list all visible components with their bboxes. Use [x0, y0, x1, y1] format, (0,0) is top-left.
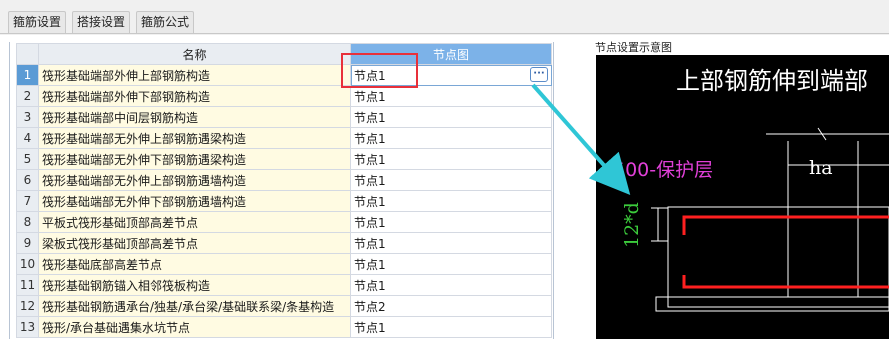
- name-cell: 梁板式筏形基础顶部高差节点: [38, 232, 351, 254]
- node-diagram-preview: 上部钢筋伸到端部 ha 500-保护层 12*d: [596, 55, 889, 339]
- table-row[interactable]: 1 筏形基础端部外伸上部钢筋构造 节点1 ···: [16, 64, 552, 86]
- base-slab: [655, 296, 889, 312]
- node-value: 节点2: [354, 299, 386, 314]
- tab-stirrup-formula[interactable]: 箍筋公式: [136, 11, 194, 33]
- node-cell[interactable]: 节点1: [350, 316, 552, 338]
- name-cell: 筏形基础钢筋遇承台/独基/承台梁/基础联系梁/条基构造: [38, 295, 351, 317]
- table-row[interactable]: 6 筏形基础端部无外伸上部钢筋遇墙构造 节点1: [16, 169, 552, 191]
- grid-right-border: [553, 42, 554, 339]
- label-ha: ha: [809, 157, 833, 179]
- table-body: 1 筏形基础端部外伸上部钢筋构造 节点1 ··· 2 筏形基础端部外伸下部钢筋构造 节点1 3…: [16, 64, 552, 338]
- name-cell: 筏形基础端部无外伸下部钢筋遇梁构造: [38, 148, 351, 170]
- node-cell[interactable]: 节点1: [350, 274, 552, 296]
- row-number[interactable]: 9: [16, 232, 39, 254]
- node-column-header[interactable]: 节点图: [350, 43, 552, 65]
- tab-lap-settings[interactable]: 搭接设置: [72, 11, 130, 33]
- node-value: 节点1: [354, 257, 386, 272]
- table-row[interactable]: 7 筏形基础端部无外伸下部钢筋遇墙构造 节点1: [16, 190, 552, 212]
- label-cover: 500-保护层: [613, 159, 713, 181]
- diagram-title: 上部钢筋伸到端部: [676, 67, 868, 95]
- node-value: 节点1: [354, 320, 386, 335]
- row-number-header: [16, 43, 39, 65]
- name-cell: 筏形基础端部外伸上部钢筋构造: [38, 64, 351, 86]
- row-number[interactable]: 3: [16, 106, 39, 128]
- node-value: 节点1: [354, 236, 386, 251]
- row-number[interactable]: 5: [16, 148, 39, 170]
- node-cell[interactable]: 节点1: [350, 211, 552, 233]
- row-number[interactable]: 1: [16, 64, 39, 86]
- node-cell[interactable]: 节点1: [350, 85, 552, 107]
- row-number[interactable]: 8: [16, 211, 39, 233]
- table-row[interactable]: 11 筏形基础钢筋锚入相邻筏板构造 节点1: [16, 274, 552, 296]
- row-number[interactable]: 7: [16, 190, 39, 212]
- name-cell: 筏形基础端部外伸下部钢筋构造: [38, 85, 351, 107]
- name-cell: 筏形基础端部中间层钢筋构造: [38, 106, 351, 128]
- row-number[interactable]: 4: [16, 127, 39, 149]
- tab-bar: 箍筋设置 搭接设置 箍筋公式: [0, 0, 889, 35]
- name-cell: 筏形基础钢筋锚入相邻筏板构造: [38, 274, 351, 296]
- name-cell: 筏形基础端部无外伸下部钢筋遇墙构造: [38, 190, 351, 212]
- ellipsis-button[interactable]: ···: [530, 67, 548, 82]
- node-cell[interactable]: 节点1: [350, 148, 552, 170]
- table-row[interactable]: 4 筏形基础端部无外伸上部钢筋遇梁构造 节点1: [16, 127, 552, 149]
- table-row[interactable]: 13 筏形/承台基础遇集水坑节点 节点1: [16, 316, 552, 338]
- node-value: 节点1: [354, 152, 386, 167]
- name-cell: 筏形/承台基础遇集水坑节点: [38, 316, 351, 338]
- table-header-row: 名称 节点图: [16, 43, 552, 65]
- node-cell[interactable]: 节点1: [350, 190, 552, 212]
- name-cell: 筏形基础底部高差节点: [38, 253, 351, 275]
- tab-divider: [0, 33, 889, 34]
- name-cell: 筏形基础端部无外伸上部钢筋遇梁构造: [38, 127, 351, 149]
- node-settings-table: 名称 节点图 1 筏形基础端部外伸上部钢筋构造 节点1 ··· 2 筏形基础端部外伸下部钢…: [16, 43, 552, 338]
- node-value: 节点1: [354, 110, 386, 125]
- table-row[interactable]: 2 筏形基础端部外伸下部钢筋构造 节点1: [16, 85, 552, 107]
- node-cell[interactable]: 节点1: [350, 232, 552, 254]
- row-number[interactable]: 13: [16, 316, 39, 338]
- table-row[interactable]: 12 筏形基础钢筋遇承台/独基/承台梁/基础联系梁/条基构造 节点2: [16, 295, 552, 317]
- row-number[interactable]: 10: [16, 253, 39, 275]
- node-cell[interactable]: 节点1 ···: [350, 64, 552, 86]
- row-number[interactable]: 11: [16, 274, 39, 296]
- node-value: 节点1: [354, 215, 386, 230]
- table-row[interactable]: 8 平板式筏形基础顶部高差节点 节点1: [16, 211, 552, 233]
- node-value: 节点1: [354, 89, 386, 104]
- node-value: 节点1: [354, 131, 386, 146]
- node-value: 节点1: [354, 68, 386, 83]
- table-row[interactable]: 10 筏形基础底部高差节点 节点1: [16, 253, 552, 275]
- left-panel-edge: [0, 42, 10, 339]
- node-value: 节点1: [354, 194, 386, 209]
- name-cell: 平板式筏形基础顶部高差节点: [38, 211, 351, 233]
- row-number[interactable]: 2: [16, 85, 39, 107]
- node-value: 节点1: [354, 278, 386, 293]
- name-cell: 筏形基础端部无外伸上部钢筋遇墙构造: [38, 169, 351, 191]
- node-cell[interactable]: 节点1: [350, 253, 552, 275]
- table-row[interactable]: 5 筏形基础端部无外伸下部钢筋遇梁构造 节点1: [16, 148, 552, 170]
- row-number[interactable]: 6: [16, 169, 39, 191]
- node-diagram-svg: 上部钢筋伸到端部 ha 500-保护层 12*d: [613, 67, 889, 312]
- node-cell[interactable]: 节点1: [350, 169, 552, 191]
- name-column-header[interactable]: 名称: [38, 43, 351, 65]
- node-value: 节点1: [354, 173, 386, 188]
- beam-outline: [667, 206, 889, 308]
- row-number[interactable]: 12: [16, 295, 39, 317]
- node-cell[interactable]: 节点2: [350, 295, 552, 317]
- node-cell[interactable]: 节点1: [350, 127, 552, 149]
- node-cell[interactable]: 节点1: [350, 106, 552, 128]
- tab-stirrup-settings[interactable]: 箍筋设置: [8, 11, 66, 33]
- table-row[interactable]: 3 筏形基础端部中间层钢筋构造 节点1: [16, 106, 552, 128]
- table-row[interactable]: 9 梁板式筏形基础顶部高差节点 节点1: [16, 232, 552, 254]
- preview-title: 节点设置示意图: [595, 41, 672, 54]
- label-12d: 12*d: [621, 202, 643, 248]
